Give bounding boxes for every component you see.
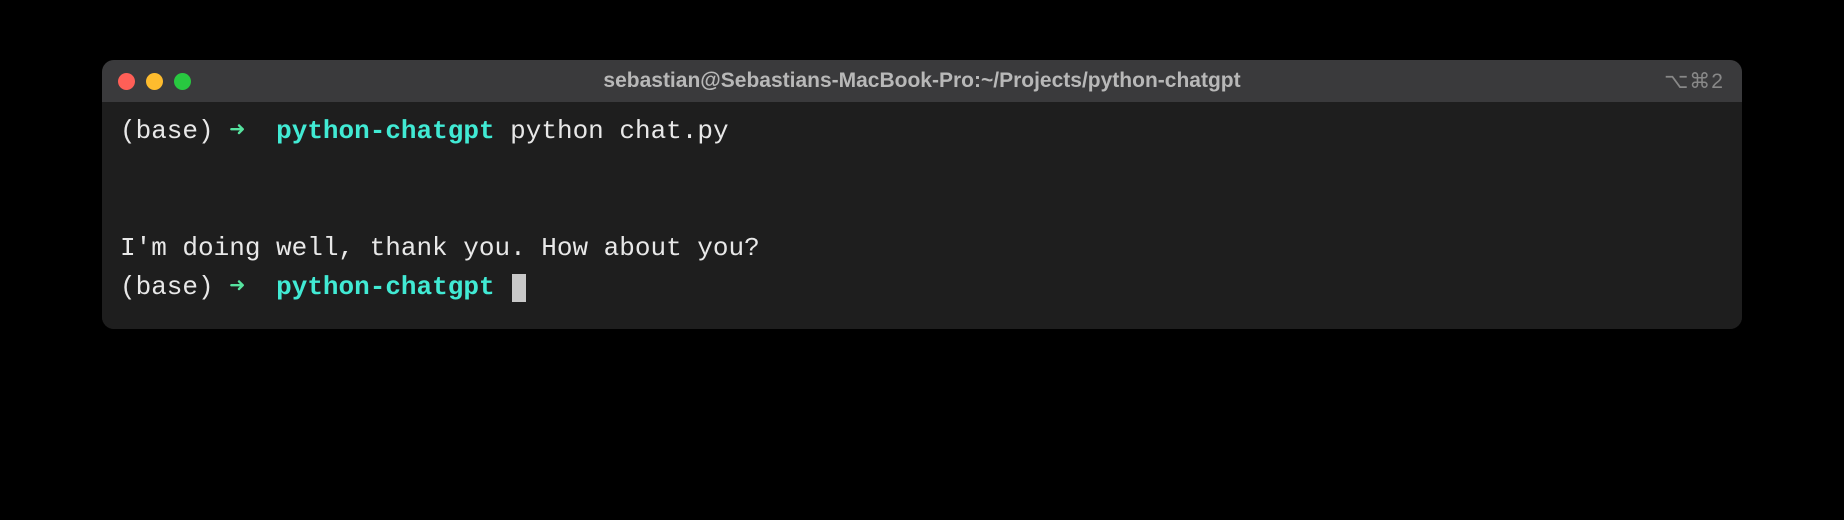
cwd-label: python-chatgpt <box>276 272 494 302</box>
blank-line <box>120 190 1724 229</box>
minimize-icon[interactable] <box>146 73 163 90</box>
traffic-lights <box>118 73 191 90</box>
titlebar: sebastian@Sebastians-MacBook-Pro:~/Proje… <box>102 60 1742 102</box>
command-text: python chat.py <box>510 116 728 146</box>
pane-indicator: ⌥⌘2 <box>1664 69 1724 94</box>
terminal-body[interactable]: (base) ➜ python-chatgpt python chat.py I… <box>102 102 1742 329</box>
conda-env: (base) <box>120 272 214 302</box>
close-icon[interactable] <box>118 73 135 90</box>
maximize-icon[interactable] <box>174 73 191 90</box>
prompt-line-1: (base) ➜ python-chatgpt python chat.py <box>120 112 1724 151</box>
prompt-line-2: (base) ➜ python-chatgpt <box>120 268 1724 307</box>
blank-line <box>120 151 1724 190</box>
cursor-icon <box>512 274 526 302</box>
terminal-window: sebastian@Sebastians-MacBook-Pro:~/Proje… <box>102 60 1742 329</box>
cwd-label: python-chatgpt <box>276 116 494 146</box>
output-line: I'm doing well, thank you. How about you… <box>120 229 1724 268</box>
conda-env: (base) <box>120 116 214 146</box>
prompt-arrow-icon: ➜ <box>229 116 245 146</box>
prompt-arrow-icon: ➜ <box>229 272 245 302</box>
window-title: sebastian@Sebastians-MacBook-Pro:~/Proje… <box>603 69 1240 93</box>
